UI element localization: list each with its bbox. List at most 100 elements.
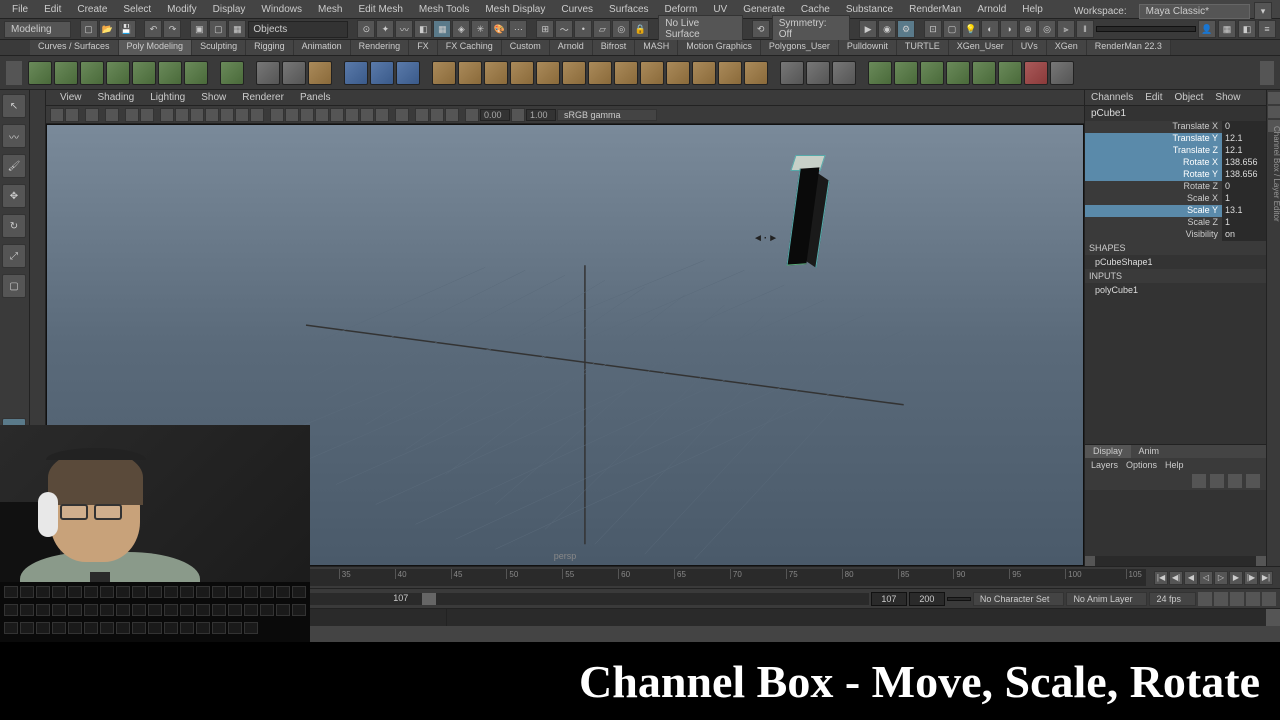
shelf-tab-uvs[interactable]: UVs <box>1013 40 1047 55</box>
live-surface-dropdown[interactable]: No Live Surface <box>658 15 743 43</box>
step-forward-icon[interactable]: ▶ <box>1229 571 1243 585</box>
menu-help[interactable]: Help <box>1014 2 1051 17</box>
mirror-icon[interactable] <box>666 61 690 85</box>
lock-icon[interactable]: 🔒 <box>631 20 649 38</box>
select-component-icon[interactable]: ▦ <box>228 20 246 38</box>
shelf-tab-render[interactable]: Rendering <box>351 40 410 55</box>
menu-mesh-tools[interactable]: Mesh Tools <box>411 2 477 17</box>
menu-create[interactable]: Create <box>69 2 115 17</box>
insert-loop-icon[interactable] <box>780 61 804 85</box>
cb-channels[interactable]: Channels <box>1087 92 1137 103</box>
shelf-tab-fxcache[interactable]: FX Caching <box>438 40 502 55</box>
loop-icon[interactable] <box>1198 592 1212 606</box>
toggle-hypershade-icon[interactable]: ⊡ <box>924 20 942 38</box>
rotate-tool-icon[interactable]: ↻ <box>2 214 26 238</box>
ultrasphere-icon[interactable] <box>396 61 420 85</box>
shelf-tab-curves[interactable]: Curves / Surfaces <box>30 40 119 55</box>
poly-disc-icon[interactable] <box>184 61 208 85</box>
sidebar-icon-b[interactable] <box>1268 106 1280 118</box>
shape-node[interactable]: pCubeShape1 <box>1085 255 1266 269</box>
attr-tx-label[interactable]: Translate X <box>1085 121 1222 133</box>
exposure-value[interactable]: 0.00 <box>480 109 510 121</box>
menu-edit[interactable]: Edit <box>36 2 69 17</box>
shelf-tab-poly[interactable]: Poly Modeling <box>119 40 193 55</box>
attr-sz-value[interactable]: 1 <box>1222 217 1266 229</box>
layouts-icon[interactable]: ▦ <box>1218 20 1236 38</box>
svg-icon[interactable] <box>308 61 332 85</box>
exposure-icon[interactable] <box>465 108 479 122</box>
safe-title-icon[interactable] <box>250 108 264 122</box>
superellipse-icon[interactable] <box>344 61 368 85</box>
hud-icon[interactable]: ≡ <box>1258 20 1276 38</box>
toggle-lightbox-icon[interactable]: 💡 <box>962 20 980 38</box>
shelf-tab-mash[interactable]: MASH <box>635 40 678 55</box>
retopo-icon[interactable] <box>920 61 944 85</box>
gate-mask-icon[interactable] <box>205 108 219 122</box>
panel-show[interactable]: Show <box>193 91 234 104</box>
lock-camera-icon[interactable] <box>65 108 79 122</box>
right-sidebar-tabs[interactable]: Channel Box / Layer Editor <box>1266 90 1280 566</box>
textured-icon[interactable] <box>300 108 314 122</box>
mask-curve-icon[interactable]: 〰 <box>395 20 413 38</box>
bookmark-icon[interactable] <box>85 108 99 122</box>
platonic-icon[interactable] <box>220 61 244 85</box>
step-forward-key-icon[interactable]: |▶ <box>1244 571 1258 585</box>
gamma-value[interactable]: 1.00 <box>526 109 556 121</box>
poly-type-t-icon[interactable] <box>256 61 280 85</box>
mask-render-icon[interactable]: 🎨 <box>490 20 508 38</box>
layers-menu-help[interactable]: Help <box>1165 460 1184 470</box>
scroll-left-icon[interactable] <box>1085 556 1095 566</box>
sculpt-icon[interactable] <box>894 61 918 85</box>
menu-arnold[interactable]: Arnold <box>969 2 1014 17</box>
layer-move-down-icon[interactable] <box>1210 474 1224 488</box>
aa-icon[interactable] <box>375 108 389 122</box>
cb-show[interactable]: Show <box>1211 92 1244 103</box>
attr-vis-label[interactable]: Visibility <box>1085 229 1222 241</box>
selection-mask-input[interactable] <box>248 21 348 38</box>
attr-sy-label[interactable]: Scale Y <box>1085 205 1222 217</box>
combine-icon[interactable] <box>432 61 456 85</box>
layer-scrollbar[interactable] <box>1085 556 1266 566</box>
xray-components-icon[interactable] <box>445 108 459 122</box>
attr-sx-label[interactable]: Scale X <box>1085 193 1222 205</box>
attr-sx-value[interactable]: 1 <box>1222 193 1266 205</box>
toggle-e-icon[interactable]: ⫸ <box>1057 20 1075 38</box>
mask-joint-icon[interactable]: ✦ <box>376 20 394 38</box>
attr-rx-value[interactable]: 138.656 <box>1222 157 1266 169</box>
poly-cone-icon[interactable] <box>106 61 130 85</box>
layer-new-selected-icon[interactable] <box>1246 474 1260 488</box>
attr-rz-value[interactable]: 0 <box>1222 181 1266 193</box>
menu-curves[interactable]: Curves <box>553 2 601 17</box>
poly-plane-icon[interactable] <box>158 61 182 85</box>
gamma-icon[interactable] <box>511 108 525 122</box>
step-back-icon[interactable]: ◀ <box>1184 571 1198 585</box>
boolean-icon[interactable] <box>484 61 508 85</box>
attr-tz-value[interactable]: 12.1 <box>1222 145 1266 157</box>
bevel-icon[interactable] <box>536 61 560 85</box>
fill-icon[interactable] <box>588 61 612 85</box>
motion-blur-icon[interactable] <box>360 108 374 122</box>
sidebar-icon-a[interactable] <box>1268 92 1280 104</box>
workspace-options-icon[interactable]: ▾ <box>1254 2 1272 20</box>
modeling-toolkit-icon[interactable]: ◧ <box>1238 20 1256 38</box>
menu-modify[interactable]: Modify <box>159 2 204 17</box>
render-frame-icon[interactable]: ▶ <box>859 20 877 38</box>
go-start-icon[interactable]: |◀ <box>1154 571 1168 585</box>
construction-history-icon[interactable]: ⟲ <box>752 20 770 38</box>
anim-layer-dropdown[interactable]: No Anim Layer <box>1066 592 1147 606</box>
shadows-icon[interactable] <box>330 108 344 122</box>
mask-surface-icon[interactable]: ◧ <box>414 20 432 38</box>
play-forward-icon[interactable]: ▷ <box>1214 571 1228 585</box>
layers-menu-layers[interactable]: Layers <box>1091 460 1118 470</box>
mask-dynamics-icon[interactable]: ✳ <box>471 20 489 38</box>
panel-view[interactable]: View <box>52 91 90 104</box>
panel-shading[interactable]: Shading <box>90 91 143 104</box>
multi-cut-icon[interactable] <box>806 61 830 85</box>
shelf-tab-anim[interactable]: Animation <box>294 40 351 55</box>
shelf-tab-motion[interactable]: Motion Graphics <box>678 40 761 55</box>
shelf-tab-custom[interactable]: Custom <box>502 40 550 55</box>
shelf-options-icon[interactable] <box>1260 61 1274 85</box>
poly-type-text-icon[interactable] <box>282 61 306 85</box>
poly-sphere-icon[interactable] <box>28 61 52 85</box>
ipr-icon[interactable]: ◉ <box>878 20 896 38</box>
